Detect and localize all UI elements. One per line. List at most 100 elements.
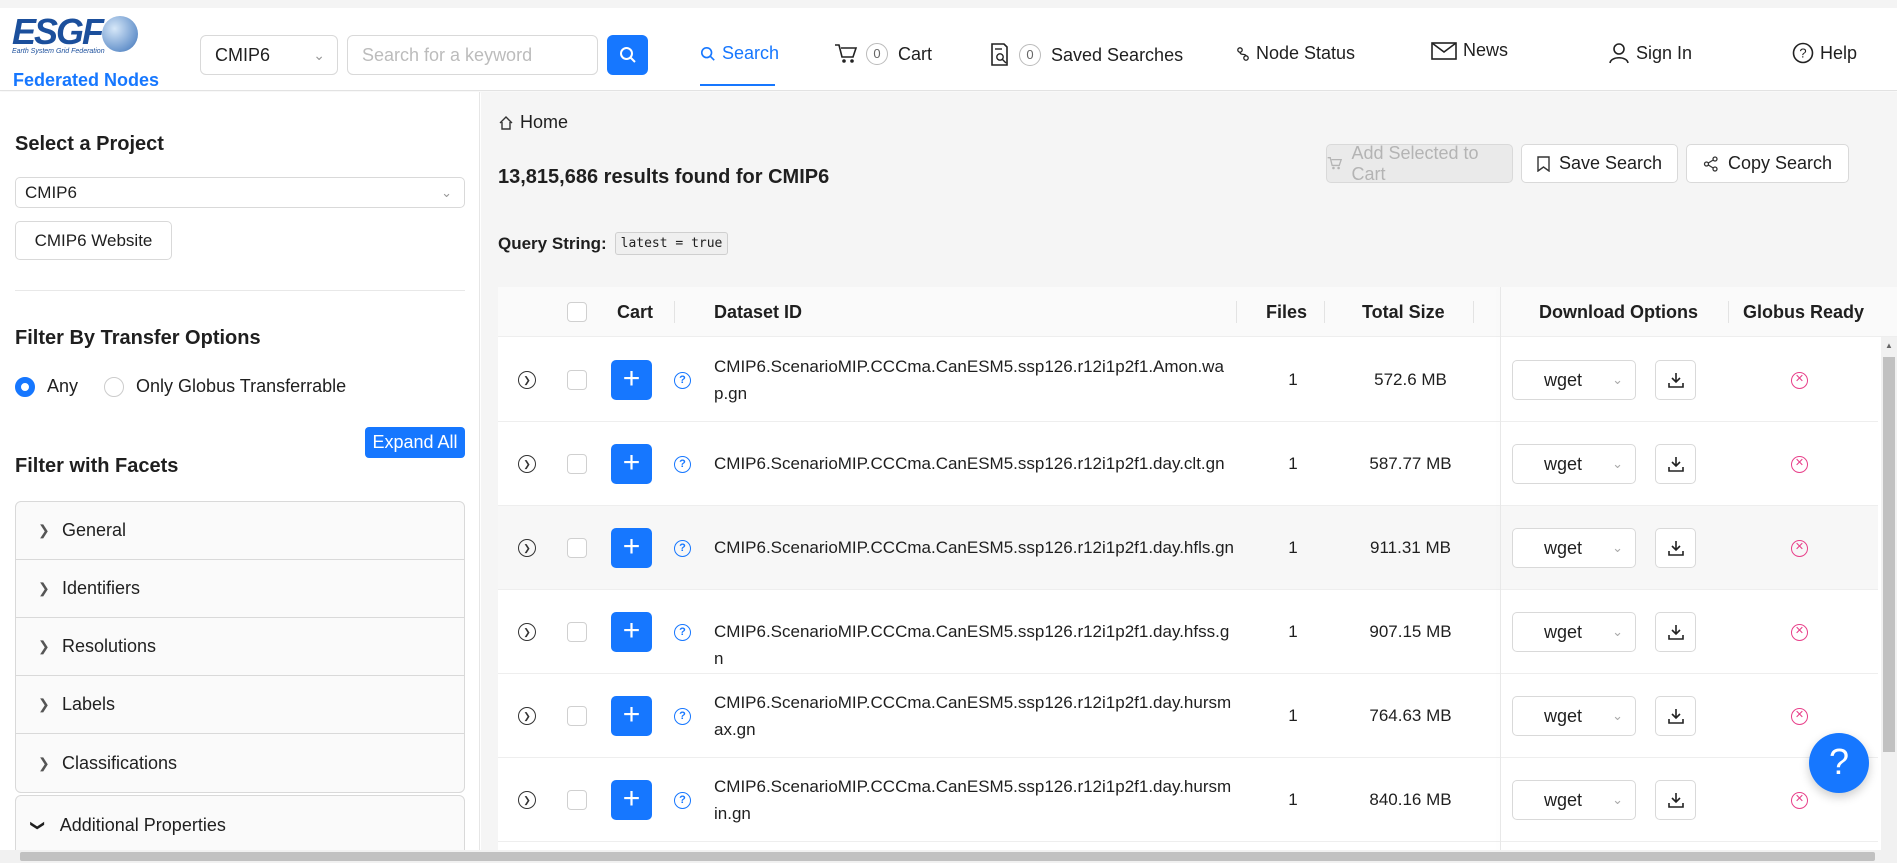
breadcrumb[interactable]: Home <box>498 112 568 133</box>
download-option-select[interactable]: wget ⌄ <box>1512 780 1636 820</box>
logo-subtitle: Earth System Grid Federation <box>12 48 105 55</box>
header-files[interactable]: Files <box>1266 287 1307 337</box>
expand-row-icon[interactable]: ❯ <box>518 623 536 641</box>
facet-label: Classifications <box>62 752 178 773</box>
help-floating-button[interactable]: ? <box>1809 733 1869 793</box>
expand-row-icon[interactable]: ❯ <box>518 707 536 725</box>
chevron-right-icon: ❯ <box>38 522 50 538</box>
add-to-cart-button[interactable]: + <box>611 696 652 736</box>
search-input[interactable] <box>347 35 598 75</box>
add-to-cart-button[interactable]: + <box>611 444 652 484</box>
total-size: 840.16 MB <box>1369 790 1452 809</box>
expand-row-icon[interactable]: ❯ <box>518 539 536 557</box>
row-checkbox[interactable] <box>567 454 587 474</box>
add-to-cart-button[interactable]: + <box>611 360 652 400</box>
info-icon[interactable]: ? <box>674 708 691 725</box>
table-vertical-scrollbar[interactable]: ▲ <box>1881 337 1897 863</box>
row-checkbox[interactable] <box>567 538 587 558</box>
user-icon <box>1609 43 1629 64</box>
project-website-button[interactable]: CMIP6 Website <box>15 221 172 260</box>
radio-any-label[interactable]: Any <box>47 376 78 397</box>
add-to-cart-button[interactable]: + <box>611 528 652 568</box>
facet-labels[interactable]: ❯ Labels <box>16 676 464 734</box>
row-checkbox[interactable] <box>567 622 587 642</box>
scrollbar-thumb[interactable] <box>1883 357 1895 752</box>
facet-identifiers[interactable]: ❯ Identifiers <box>16 560 464 618</box>
facet-classifications[interactable]: ❯ Classifications <box>16 734 464 792</box>
column-separator <box>1324 301 1325 323</box>
files-count: 1 <box>1288 370 1298 389</box>
download-button[interactable] <box>1655 360 1696 400</box>
scroll-up-icon[interactable]: ▲ <box>1885 341 1893 350</box>
scrollbar-thumb[interactable] <box>20 852 1875 861</box>
download-option-select[interactable]: wget ⌄ <box>1512 612 1636 652</box>
info-icon[interactable]: ? <box>674 456 691 473</box>
expand-row-icon[interactable]: ❯ <box>518 371 536 389</box>
info-icon[interactable]: ? <box>674 792 691 809</box>
additional-properties-panel[interactable]: ❯ Additional Properties <box>15 795 465 855</box>
header-total-size[interactable]: Total Size <box>1362 287 1445 337</box>
search-button[interactable] <box>607 35 648 75</box>
download-option-select[interactable]: wget ⌄ <box>1512 360 1636 400</box>
nav-search-label: Search <box>722 43 780 63</box>
add-to-cart-button[interactable]: + <box>611 612 652 652</box>
page-horizontal-scrollbar[interactable] <box>0 850 1897 863</box>
transfer-options-heading: Filter By Transfer Options <box>15 327 261 349</box>
facet-resolutions[interactable]: ❯ Resolutions <box>16 618 464 676</box>
federated-nodes-link[interactable]: Federated Nodes <box>13 70 159 91</box>
expand-row-icon[interactable]: ❯ <box>518 791 536 809</box>
download-option-select[interactable]: wget ⌄ <box>1512 444 1636 484</box>
facet-label: Resolutions <box>62 636 157 656</box>
download-button[interactable] <box>1655 444 1696 484</box>
breadcrumb-home[interactable]: Home <box>520 112 568 133</box>
nav-node-status[interactable]: Node Status <box>1236 43 1355 64</box>
save-search-button[interactable]: Save Search <box>1521 144 1678 183</box>
nav-news-label: News <box>1463 40 1509 60</box>
dataset-id: CMIP6.ScenarioMIP.CCCma.CanESM5.ssp126.r… <box>714 693 1232 739</box>
download-option-select[interactable]: wget ⌄ <box>1512 696 1636 736</box>
expand-row-icon[interactable]: ❯ <box>518 455 536 473</box>
header-dataset-id[interactable]: Dataset ID <box>714 287 802 337</box>
nav-saved-searches[interactable]: 0 Saved Searches <box>989 43 1183 67</box>
chevron-right-icon: ❯ <box>38 580 50 596</box>
download-option-select[interactable]: wget ⌄ <box>1512 528 1636 568</box>
project-select[interactable]: CMIP6 ⌄ <box>200 35 338 75</box>
row-checkbox[interactable] <box>567 370 587 390</box>
copy-search-button[interactable]: Copy Search <box>1686 144 1849 183</box>
nav-help[interactable]: ? Help <box>1792 42 1857 64</box>
row-checkbox[interactable] <box>567 790 587 810</box>
nav-search[interactable]: Search <box>700 43 779 64</box>
expand-all-button[interactable]: Expand All <box>365 427 465 458</box>
nav-cart[interactable]: 0 Cart <box>834 43 932 65</box>
download-button[interactable] <box>1655 612 1696 652</box>
chevron-down-icon: ⌄ <box>1612 792 1623 807</box>
sidebar-project-select[interactable]: CMIP6 ⌄ <box>15 177 465 208</box>
nav-news[interactable]: News <box>1431 40 1508 61</box>
download-option-value: wget <box>1544 538 1583 558</box>
radio-any[interactable] <box>15 376 35 397</box>
select-all-checkbox[interactable] <box>567 302 587 322</box>
svg-text:?: ? <box>1799 46 1806 61</box>
bookmark-icon <box>1537 155 1550 172</box>
info-icon[interactable]: ? <box>674 372 691 389</box>
esgf-logo[interactable]: ESGF Earth System Grid Federation <box>12 14 162 55</box>
download-button[interactable] <box>1655 528 1696 568</box>
cart-count-badge: 0 <box>866 43 888 65</box>
download-button[interactable] <box>1655 780 1696 820</box>
facets-panel: ❯ General ❯ Identifiers ❯ Resolutions ❯ Labe… <box>15 501 465 793</box>
info-icon[interactable]: ? <box>674 624 691 641</box>
query-value: latest = true <box>614 232 729 255</box>
radio-globus-label[interactable]: Only Globus Transferrable <box>136 376 346 397</box>
files-count: 1 <box>1288 706 1298 725</box>
radio-globus-only[interactable] <box>104 376 125 397</box>
info-icon[interactable]: ? <box>674 540 691 557</box>
add-selected-to-cart-button[interactable]: Add Selected to Cart <box>1326 143 1513 184</box>
copy-search-label: Copy Search <box>1727 153 1833 173</box>
row-checkbox[interactable] <box>567 706 587 726</box>
total-size: 764.63 MB <box>1369 706 1452 725</box>
add-to-cart-button[interactable]: + <box>611 780 652 820</box>
download-button[interactable] <box>1655 696 1696 736</box>
nav-sign-in[interactable]: Sign In <box>1608 42 1692 64</box>
facet-general[interactable]: ❯ General <box>16 502 464 560</box>
not-ready-icon: ✕ <box>1791 456 1808 473</box>
